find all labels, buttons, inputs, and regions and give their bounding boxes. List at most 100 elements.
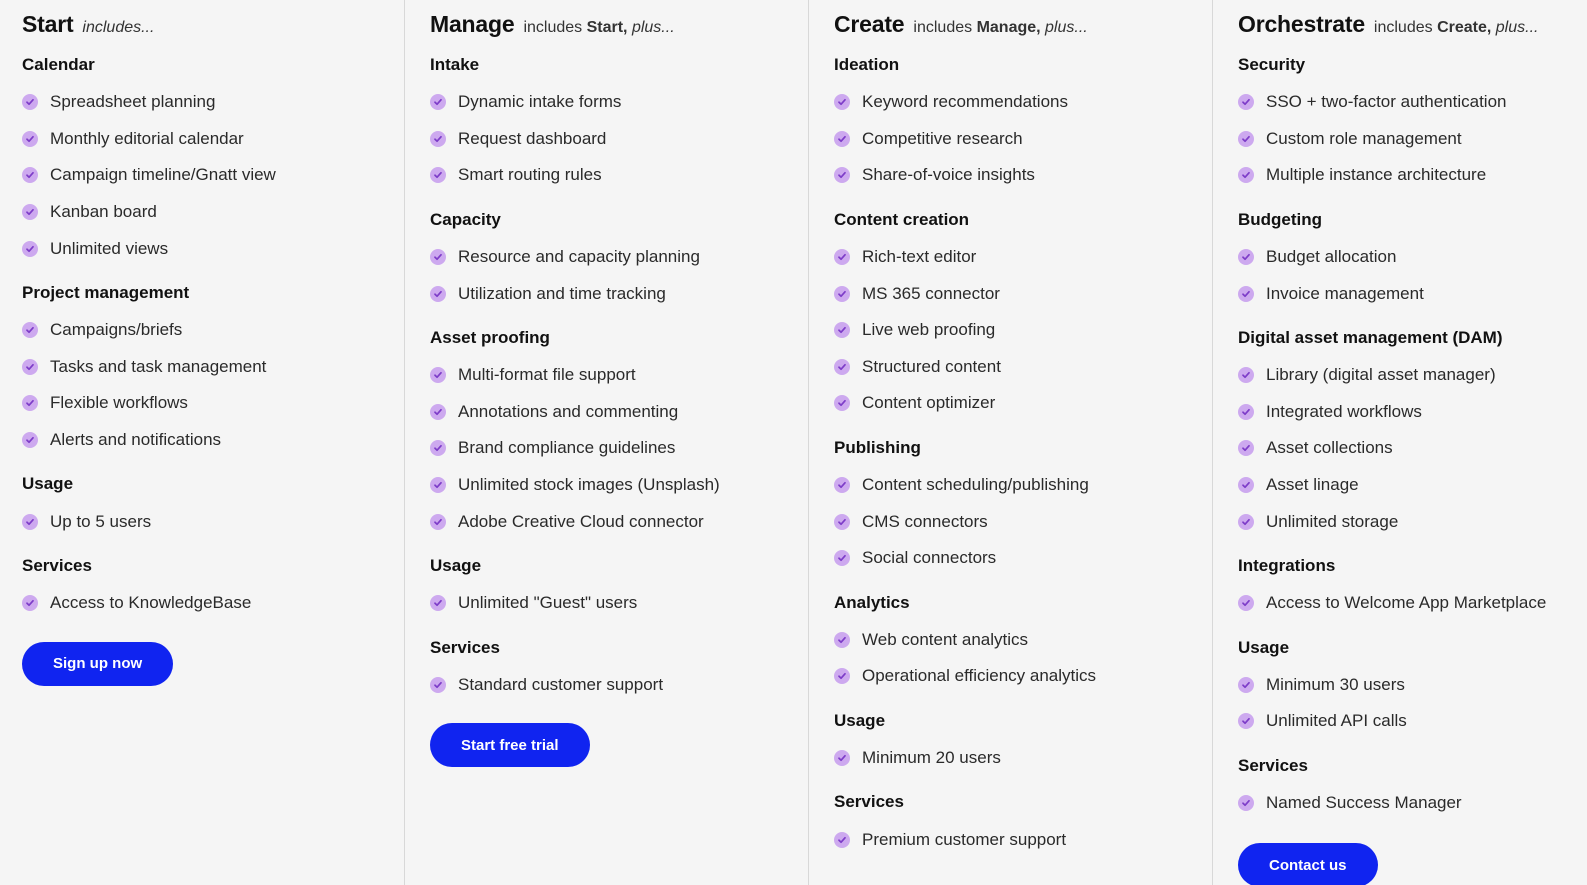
checkmark-circle-icon [430,285,446,302]
feature-item: Unlimited storage [1238,503,1587,540]
checkmark-icon [838,636,846,643]
checkmark-circle-icon [22,358,38,375]
feature-label: Utilization and time tracking [458,283,666,303]
checkmark-icon [434,445,442,452]
contact-us-button[interactable]: Contact us [1238,843,1378,885]
feature-item: Resource and capacity planning [430,239,808,276]
checkmark-icon [26,363,34,370]
checkmark-circle-icon [1238,403,1254,420]
checkmark-icon [26,436,34,444]
feature-list: SSO + two-factor authentication Custom ro… [1238,84,1587,194]
feature-label: Minimum 20 users [862,748,1001,768]
feature-item: Invoice management [1238,275,1587,312]
feature-list: Rich-text editor MS 365 connector Live web… [834,239,1212,422]
feature-label: Dynamic intake forms [458,92,622,112]
checkmark-icon [434,518,442,525]
feature-label: Alerts and notifications [50,430,222,450]
feature-item: Access to Welcome App Marketplace [1238,585,1587,622]
checkmark-icon [26,99,34,106]
checkmark-circle-icon [834,477,850,494]
plan-sections: Security SSO + two-factor authentication C… [1238,55,1587,821]
feature-item: Content scheduling/publishing [834,467,1212,504]
checkmark-icon [838,172,846,179]
feature-item: Unlimited views [22,230,404,267]
checkmark-circle-icon [1238,94,1254,111]
feature-section-title: Digital asset management (DAM) [1238,327,1503,347]
plan-name: Orchestrate [1238,11,1365,37]
feature-section-title: Usage [1238,637,1290,657]
checkmark-circle-icon [430,477,446,494]
feature-section-title: Services [22,555,92,575]
feature-list: Keyword recommendations Competitive resea… [834,84,1212,194]
feature-label: Asset linage [1266,475,1359,495]
feature-label: Live web proofing [862,320,996,340]
checkmark-circle-icon [22,240,38,257]
feature-label: Standard customer support [458,674,664,694]
plan-subtitle: includes... [82,19,154,37]
plan-header: Orchestrate includes Create, plus... [1238,11,1587,39]
checkmark-circle-icon [430,403,446,420]
plan-subtitle-prefix: includes [523,19,583,36]
plan-subtitle: includes Manage, plus... [913,19,1087,37]
feature-label: Monthly editorial calendar [50,128,244,148]
checkmark-icon [838,836,846,843]
checkmark-icon [1242,99,1250,106]
feature-label: Unlimited API calls [1266,711,1407,731]
sign-up-now-button[interactable]: Sign up now [22,641,174,686]
plan-columns: Start includes... Calendar Spreadsheet pl… [0,0,1587,885]
feature-label: Competitive research [862,128,1023,148]
feature-label: Resource and capacity planning [458,247,700,267]
plan-sections: Calendar Spreadsheet planning Monthly edit… [22,55,404,622]
feature-section-title: Usage [430,555,482,575]
plan-subtitle: includes Start, plus... [523,19,674,37]
checkmark-icon [434,408,442,415]
checkmark-circle-icon [22,395,38,412]
checkmark-circle-icon [430,130,446,147]
feature-item: Multiple instance architecture [1238,157,1587,194]
checkmark-icon [838,673,846,680]
feature-list: Library (digital asset manager) Integrate… [1238,357,1587,540]
plan-subtitle: includes Create, plus... [1374,19,1539,37]
feature-label: Multi-format file support [458,365,636,385]
feature-label: Integrated workflows [1266,401,1422,421]
feature-item: Up to 5 users [22,503,404,540]
checkmark-circle-icon [834,395,850,412]
plan-manage: Manage includes Start, plus... Intake Dyn… [404,0,808,885]
feature-item: Standard customer support [430,667,808,704]
plan-header: Create includes Manage, plus... [834,11,1212,39]
feature-label: Access to KnowledgeBase [50,593,252,613]
checkmark-icon [838,254,846,261]
feature-item: Campaign timeline/Gnatt view [22,157,404,194]
feature-label: Spreadsheet planning [50,92,216,112]
feature-item: Spreadsheet planning [22,84,404,121]
feature-label: Operational efficiency analytics [862,666,1097,686]
feature-label: Unlimited views [50,238,169,258]
plan-subtitle-base-plan: Create, [1437,19,1492,36]
feature-list: Campaigns/briefs Tasks and task managemen… [22,312,404,458]
plan-subtitle-base-plan: Start, [586,19,628,36]
feature-label: Unlimited "Guest" users [458,593,638,613]
checkmark-circle-icon [834,249,850,266]
checkmark-icon [1242,445,1250,452]
feature-item: Structured content [834,349,1212,386]
plan-name: Create [834,11,905,37]
plan-sections: Intake Dynamic intake forms Request dashbo… [430,55,808,703]
checkmark-circle-icon [834,513,850,530]
checkmark-circle-icon [1238,367,1254,384]
feature-item: Integrated workflows [1238,394,1587,431]
feature-list: Resource and capacity planning Utilizatio… [430,239,808,312]
feature-label: Share-of-voice insights [862,165,1035,185]
checkmark-circle-icon [430,440,446,457]
feature-list: Unlimited "Guest" users [430,585,808,622]
feature-item: Alerts and notifications [22,422,404,459]
checkmark-circle-icon [1238,595,1254,612]
checkmark-icon [26,518,34,525]
start-free-trial-button[interactable]: Start free trial [430,723,590,768]
checkmark-icon [1242,254,1250,261]
checkmark-icon [1242,372,1250,379]
checkmark-icon [1242,718,1250,725]
feature-list: Budget allocation Invoice management [1238,239,1587,312]
plan-subtitle-prefix: includes [913,19,973,36]
checkmark-icon [434,600,442,607]
checkmark-circle-icon [22,513,38,530]
